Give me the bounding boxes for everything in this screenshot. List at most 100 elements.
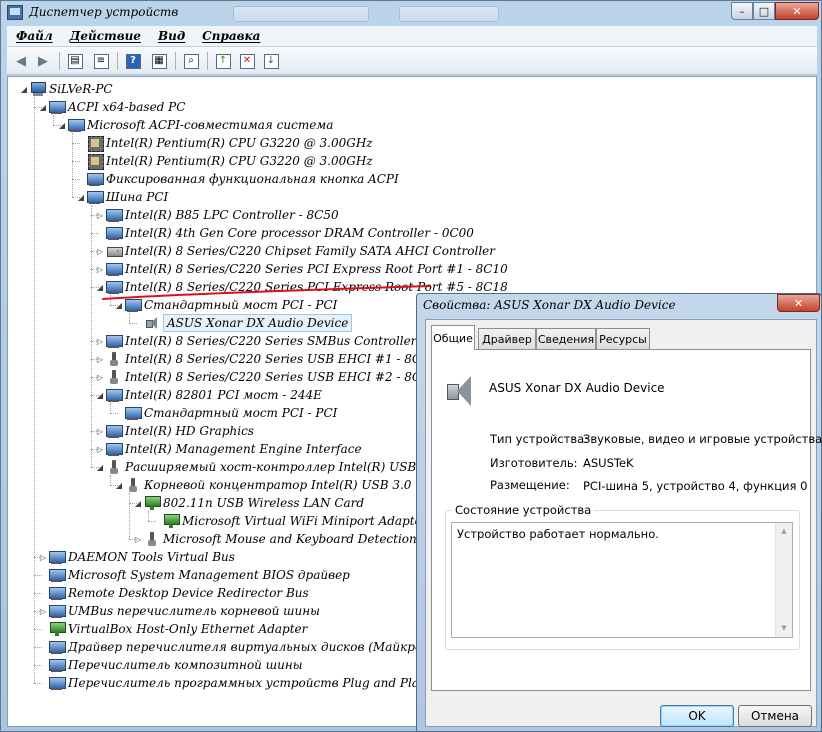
tree-item[interactable]: ◢ Расширяемый хост-контроллер Intel(R) US…: [94, 458, 439, 476]
tree-item[interactable]: ▷ Intel(R) 8 Series/C220 Chipset Family S…: [94, 242, 495, 260]
menu-view[interactable]: Вид: [158, 29, 185, 43]
expand-arrow-icon[interactable]: ▷: [94, 440, 106, 458]
collapse-arrow-icon[interactable]: ◢: [94, 458, 106, 476]
maximize-button[interactable]: □: [753, 2, 775, 20]
collapse-arrow-icon[interactable]: ◢: [113, 476, 125, 494]
tree-item-label: Intel(R) Management Engine Interface: [125, 442, 362, 456]
tree-item[interactable]: Фиксированная функциональная кнопка ACPI: [75, 170, 399, 188]
tree-item[interactable]: ▷ DAEMON Tools Virtual Bus: [37, 548, 235, 566]
menu-help[interactable]: Справка: [202, 29, 260, 43]
tree-item[interactable]: Перечислитель программных устройств Plug…: [37, 674, 426, 692]
expand-arrow-icon[interactable]: ▷: [94, 368, 106, 386]
tree-item[interactable]: ASUS Xonar DX Audio Device: [132, 314, 353, 332]
collapse-arrow-icon[interactable]: ◢: [113, 296, 125, 314]
tree-item[interactable]: Intel(R) 4th Gen Core processor DRAM Con…: [94, 224, 474, 242]
tree-guide: [53, 115, 54, 125]
tree-item[interactable]: Intel(R) Pentium(R) CPU G3220 @ 3.00GHz: [75, 152, 373, 170]
status-scrollbar[interactable]: ▲ ▼: [775, 523, 792, 637]
menu-action[interactable]: Действие: [70, 29, 141, 43]
system-icon: [106, 441, 123, 457]
scan-hardware-icon[interactable]: ⌕: [181, 51, 201, 71]
system-icon: [49, 639, 66, 655]
tree-item[interactable]: ▷ Intel(R) 8 Series/C220 Series PCI Expre…: [94, 260, 508, 278]
tree-item-label: Перечислитель программных устройств Plug…: [68, 676, 426, 690]
system-icon: [49, 549, 66, 565]
expand-arrow-icon[interactable]: ▷: [37, 602, 49, 620]
expand-arrow-icon[interactable]: ▷: [94, 422, 106, 440]
tree-item[interactable]: Перечислитель композитной шины: [37, 656, 303, 674]
tree-item[interactable]: ◢ Intel(R) 82801 PCI мост - 244E: [94, 386, 322, 404]
disable-icon[interactable]: ↓: [261, 51, 281, 71]
expand-arrow-icon[interactable]: ▷: [94, 242, 106, 260]
tree-item[interactable]: ▷ Intel(R) 8 Series/C220 Series USB EHCI …: [94, 368, 438, 386]
device-status-group: Состояние устройства Устройство работает…: [445, 503, 800, 650]
tree-item[interactable]: ◢ Шина PCI: [75, 188, 168, 206]
title-bar[interactable]: Диспетчер устройств – □ ✕: [1, 1, 822, 25]
tree-item[interactable]: ▷ UMBus перечислитель корневой шины: [37, 602, 320, 620]
tree-guide: [129, 313, 130, 323]
tab-details[interactable]: Сведения: [536, 328, 596, 349]
help-icon[interactable]: ?: [123, 51, 143, 71]
uninstall-icon[interactable]: ✕: [237, 51, 257, 71]
show-hidden-icon[interactable]: ▦: [149, 51, 169, 71]
tree-item[interactable]: ◢ Стандартный мост PCI - PCI: [113, 296, 337, 314]
tree-item[interactable]: ▷ Intel(R) HD Graphics: [94, 422, 254, 440]
back-icon[interactable]: ◀: [11, 51, 31, 71]
tree-item[interactable]: ▷ Intel(R) Management Engine Interface: [94, 440, 362, 458]
tree-item[interactable]: ▷ Intel(R) B85 LPC Controller - 8C50: [94, 206, 339, 224]
tree-item[interactable]: ◢ Корневой концентратор Intel(R) USB 3.0: [113, 476, 411, 494]
collapse-arrow-icon[interactable]: ◢: [18, 80, 30, 98]
collapse-arrow-icon[interactable]: ◢: [56, 116, 68, 134]
tree-item[interactable]: ◢ SiLVeR-PC: [18, 80, 113, 98]
tree-item[interactable]: Драйвер перечислителя виртуальных дисков…: [37, 638, 462, 656]
expand-arrow-icon[interactable]: ▷: [37, 548, 49, 566]
forward-icon[interactable]: ▶: [33, 51, 53, 71]
tab-resources[interactable]: Ресурсы: [596, 328, 650, 349]
tree-item[interactable]: VirtualBox Host-Only Ethernet Adapter: [37, 620, 307, 638]
collapse-arrow-icon[interactable]: ◢: [37, 98, 49, 116]
tab-general[interactable]: Общие: [431, 325, 475, 350]
menu-file[interactable]: Файл: [16, 29, 53, 43]
tree-item[interactable]: ▷ Intel(R) 8 Series/C220 Series USB EHCI …: [94, 350, 436, 368]
cancel-button[interactable]: Отмена: [738, 705, 812, 727]
tree-item[interactable]: ◢ Microsoft ACPI-совместимая система: [56, 116, 333, 134]
minimize-button[interactable]: –: [731, 2, 753, 20]
collapse-arrow-icon[interactable]: ◢: [132, 494, 144, 512]
ok-button[interactable]: OK: [660, 705, 734, 727]
device-status-textbox[interactable]: Устройство работает нормально. ▲ ▼: [451, 522, 793, 638]
expand-arrow-icon[interactable]: ▷: [132, 530, 144, 548]
tree-item[interactable]: ◢ ACPI x64-based PC: [37, 98, 185, 116]
collapse-arrow-icon[interactable]: ◢: [94, 386, 106, 404]
tab-driver[interactable]: Драйвер: [478, 328, 536, 349]
tree-item[interactable]: ▷ Intel(R) 8 Series/C220 Series SMBus Con…: [94, 332, 460, 350]
scroll-up-icon[interactable]: ▲: [776, 523, 792, 539]
tree-item-label: Фиксированная функциональная кнопка ACPI: [106, 172, 399, 186]
dialog-close-button[interactable]: ✕: [777, 294, 820, 312]
close-button[interactable]: ✕: [775, 2, 819, 20]
tree-item[interactable]: Стандартный мост PCI - PCI: [113, 404, 337, 422]
tree-view-icon[interactable]: ▤: [65, 51, 85, 71]
collapse-arrow-icon[interactable]: ◢: [75, 188, 87, 206]
tree-item[interactable]: Remote Desktop Device Redirector Bus: [37, 584, 309, 602]
tree-item-label-selected: ASUS Xonar DX Audio Device: [163, 314, 353, 332]
audio-icon: [144, 315, 160, 331]
cpu-icon: [87, 153, 104, 170]
expand-arrow-icon[interactable]: ▷: [94, 350, 106, 368]
general-tab-panel: ASUS Xonar DX Audio Device Тип устройств…: [431, 349, 822, 691]
tree-item[interactable]: Microsoft System Management BIOS драйвер: [37, 566, 350, 584]
tree-item[interactable]: ◢ 802.11n USB Wireless LAN Card: [132, 494, 364, 512]
manufacturer-value: ASUSTeK: [583, 456, 634, 470]
tree-item[interactable]: Microsoft Virtual WiFi Miniport Adapter …: [151, 512, 449, 530]
scroll-down-icon[interactable]: ▼: [776, 620, 792, 636]
collapse-arrow-icon[interactable]: ◢: [94, 278, 106, 296]
expand-arrow-icon[interactable]: ▷: [94, 206, 106, 224]
expand-arrow-icon[interactable]: ▷: [94, 332, 106, 350]
tree-item[interactable]: Intel(R) Pentium(R) CPU G3220 @ 3.00GHz: [75, 134, 373, 152]
expand-arrow-icon[interactable]: ▷: [94, 260, 106, 278]
update-driver-icon[interactable]: ↑: [213, 51, 233, 71]
properties-icon[interactable]: ≡: [91, 51, 111, 71]
